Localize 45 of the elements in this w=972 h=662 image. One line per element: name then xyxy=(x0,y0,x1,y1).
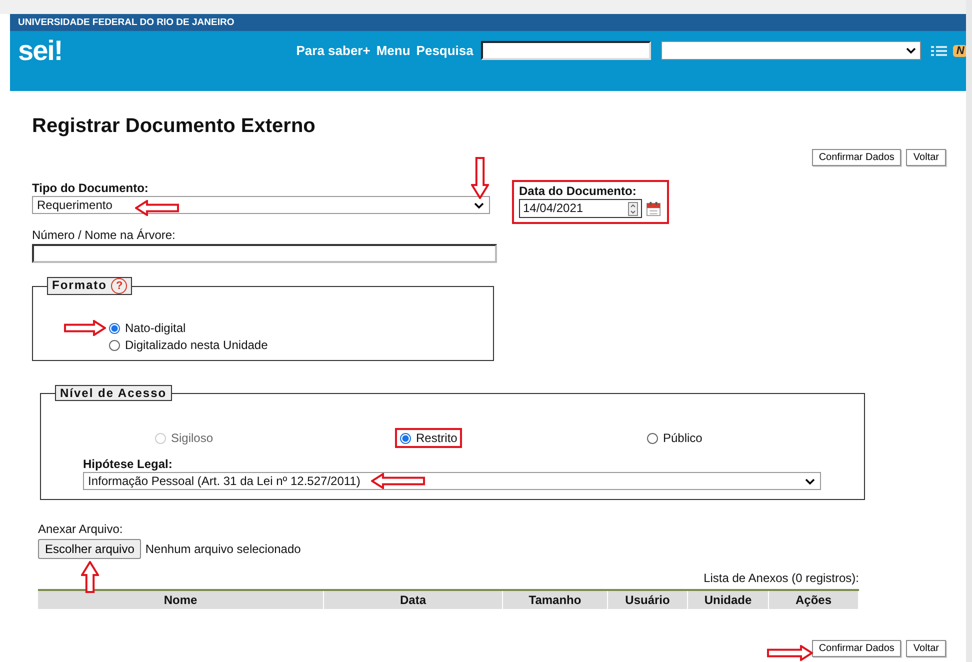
field-label: Tipo do Documento: xyxy=(32,181,150,195)
annotation-arrow xyxy=(135,200,179,216)
column-header: Nome xyxy=(38,591,324,609)
annotation-arrow xyxy=(81,561,99,593)
page-title: Registrar Documento Externo xyxy=(32,115,316,138)
column-header: Data xyxy=(324,591,503,609)
panel-legend: Nível de Acesso xyxy=(55,385,172,401)
table-caption: Lista de Anexos (0 registros): xyxy=(704,571,859,585)
radio-option[interactable]: Digitalizado nesta Unidade xyxy=(109,338,268,352)
date-field[interactable]: 14/04/2021 xyxy=(519,199,642,218)
annotation-arrow xyxy=(471,157,489,199)
help-icon[interactable]: ? xyxy=(111,278,128,294)
legal-basis-select[interactable]: Informação Pessoal (Art. 31 da Lei nº 12.527/2011) xyxy=(83,472,821,490)
column-header: Ações xyxy=(769,591,859,609)
field-label: Anexar Arquivo: xyxy=(38,522,124,536)
file-status: Nenhum arquivo selecionado xyxy=(145,542,301,556)
list-icon[interactable] xyxy=(931,44,948,56)
choose-file-button[interactable]: Escolher arquivo xyxy=(38,539,142,559)
column-header: Usuário xyxy=(608,591,688,609)
name-field[interactable] xyxy=(32,244,497,263)
form-button[interactable]: Voltar xyxy=(906,149,946,166)
institution-name: UNIVERSIDADE FEDERAL DO RIO DE JANEIRO xyxy=(18,17,234,28)
radio-option[interactable]: Nato-digital xyxy=(109,321,186,335)
legend-text: Formato xyxy=(52,278,107,292)
field-label: Data do Documento: xyxy=(519,184,638,198)
form-button[interactable]: Confirmar Dados xyxy=(812,149,902,166)
calendar-icon[interactable] xyxy=(646,200,661,216)
news-badge[interactable]: N xyxy=(953,44,968,56)
column-header: Tamanho xyxy=(503,591,608,609)
caret-icon xyxy=(805,478,815,485)
form-button[interactable]: Voltar xyxy=(906,640,946,657)
caret-icon xyxy=(474,202,484,209)
spinner-icon xyxy=(628,202,638,216)
annotation-arrow xyxy=(371,473,425,489)
search-field[interactable] xyxy=(481,41,652,60)
document-type-select[interactable]: Requerimento xyxy=(32,196,490,214)
radio-option[interactable]: Restrito xyxy=(395,428,462,448)
column-header: Unidade xyxy=(688,591,769,609)
caret-icon xyxy=(906,47,916,54)
field-label: Número / Nome na Árvore: xyxy=(32,228,176,242)
radio-option[interactable]: Público xyxy=(642,428,708,448)
unit-select[interactable] xyxy=(661,41,922,60)
form-button[interactable]: Confirmar Dados xyxy=(812,640,902,657)
annotation-arrow xyxy=(64,320,106,336)
field-label: Hipótese Legal: xyxy=(83,457,174,471)
